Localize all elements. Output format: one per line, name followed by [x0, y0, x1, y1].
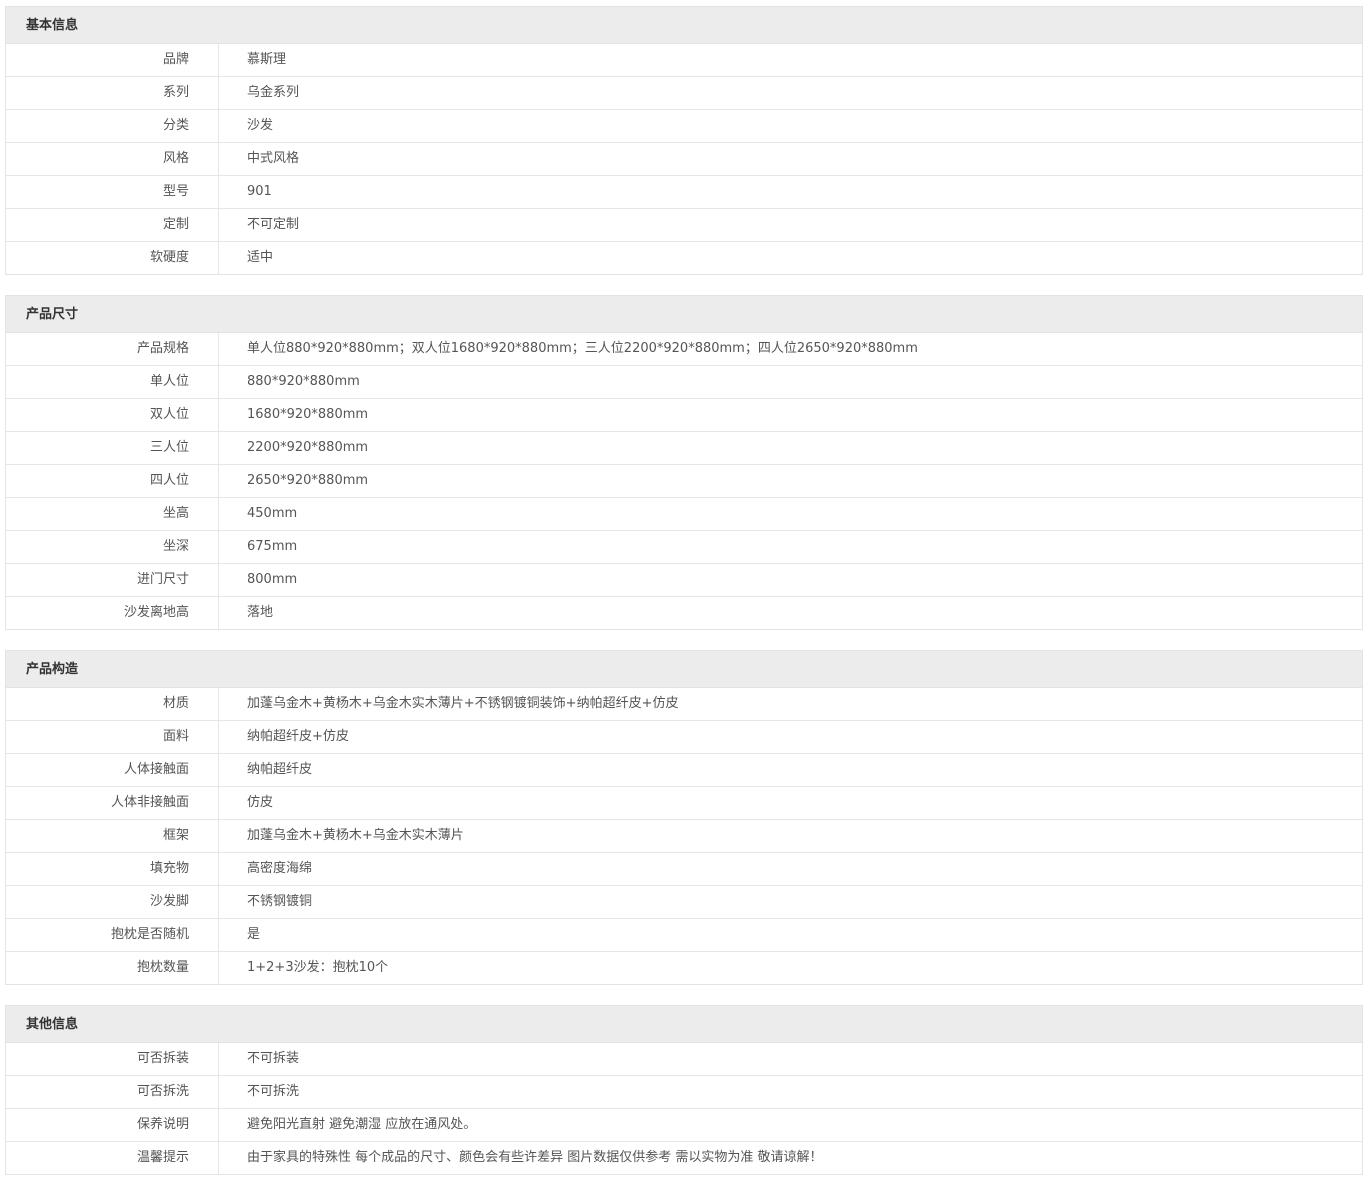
spec-value: 880*920*880mm	[247, 374, 360, 389]
spec-row-triple-seat: 三人位 2200*920*880mm	[6, 432, 1362, 465]
spec-row-disassembly: 可否拆装 不可拆装	[6, 1043, 1362, 1076]
spec-row-sofa-legs: 沙发脚 不锈钢镀铜	[6, 886, 1362, 919]
spec-value: 中式风格	[247, 151, 300, 166]
spec-label: 材质	[6, 688, 219, 720]
spec-label: 品牌	[6, 44, 219, 76]
spec-label: 进门尺寸	[6, 564, 219, 596]
spec-label: 双人位	[6, 399, 219, 431]
spec-row-brand: 品牌 慕斯理	[6, 44, 1362, 77]
spec-value: 不可定制	[247, 217, 300, 232]
spec-value: 不锈钢镀铜	[247, 894, 313, 909]
spec-value: 800mm	[247, 572, 298, 587]
spec-value: 2650*920*880mm	[247, 473, 369, 488]
section-basic-info: 基本信息 品牌 慕斯理 系列 乌金系列 分类 沙发 风格 中式风格 型号 901 定制 不可…	[5, 6, 1363, 275]
spec-row-ground-clearance: 沙发离地高 落地	[6, 597, 1362, 629]
spec-value: 仿皮	[247, 795, 274, 810]
section-title: 产品尺寸	[6, 296, 1362, 333]
spec-label: 抱枕是否随机	[6, 919, 219, 951]
spec-label: 系列	[6, 77, 219, 109]
spec-value: 适中	[247, 250, 274, 265]
spec-value: 慕斯理	[247, 52, 287, 67]
spec-value: 不可拆装	[247, 1051, 300, 1066]
spec-row-double-seat: 双人位 1680*920*880mm	[6, 399, 1362, 432]
spec-label: 定制	[6, 209, 219, 241]
spec-value: 1680*920*880mm	[247, 407, 369, 422]
spec-row-seat-depth: 坐深 675mm	[6, 531, 1362, 564]
spec-label: 沙发脚	[6, 886, 219, 918]
spec-row-non-contact-surface: 人体非接触面 仿皮	[6, 787, 1362, 820]
spec-row-filling: 填充物 高密度海绵	[6, 853, 1362, 886]
spec-row-pillow-included: 抱枕是否随机 是	[6, 919, 1362, 952]
spec-row-series: 系列 乌金系列	[6, 77, 1362, 110]
spec-label: 风格	[6, 143, 219, 175]
spec-value: 675mm	[247, 539, 298, 554]
spec-label: 人体非接触面	[6, 787, 219, 819]
spec-label: 沙发离地高	[6, 597, 219, 629]
spec-label: 保养说明	[6, 1109, 219, 1141]
spec-label: 框架	[6, 820, 219, 852]
spec-label: 软硬度	[6, 242, 219, 274]
spec-row-specification: 产品规格 单人位880*920*880mm；双人位1680*920*880mm；三…	[6, 333, 1362, 366]
spec-label: 三人位	[6, 432, 219, 464]
spec-value: 901	[247, 184, 272, 199]
spec-value: 纳帕超纤皮	[247, 762, 313, 777]
spec-row-material: 材质 加蓬乌金木+黄杨木+乌金木实木薄片+不锈钢镀铜装饰+纳帕超纤皮+仿皮	[6, 688, 1362, 721]
spec-label: 填充物	[6, 853, 219, 885]
spec-row-fabric: 面料 纳帕超纤皮+仿皮	[6, 721, 1362, 754]
spec-value: 2200*920*880mm	[247, 440, 369, 455]
spec-row-category: 分类 沙发	[6, 110, 1362, 143]
spec-value: 由于家具的特殊性 每个成品的尺寸、颜色会有些许差异 图片数据仅供参考 需以实物为…	[247, 1150, 823, 1165]
section-product-dimensions: 产品尺寸 产品规格 单人位880*920*880mm；双人位1680*920*88…	[5, 295, 1363, 630]
section-other-info: 其他信息 可否拆装 不可拆装 可否拆洗 不可拆洗 保养说明 避免阳光直射 避免潮湿 应…	[5, 1005, 1363, 1175]
spec-row-pillow-count: 抱枕数量 1+2+3沙发：抱枕10个	[6, 952, 1362, 984]
spec-value: 加蓬乌金木+黄杨木+乌金木实木薄片+不锈钢镀铜装饰+纳帕超纤皮+仿皮	[247, 696, 679, 711]
spec-label: 分类	[6, 110, 219, 142]
spec-value: 不可拆洗	[247, 1084, 300, 1099]
spec-label: 坐深	[6, 531, 219, 563]
spec-value: 乌金系列	[247, 85, 300, 100]
spec-label: 坐高	[6, 498, 219, 530]
section-title: 产品构造	[6, 651, 1362, 688]
spec-label: 温馨提示	[6, 1142, 219, 1174]
spec-label: 可否拆装	[6, 1043, 219, 1075]
spec-label: 型号	[6, 176, 219, 208]
spec-value: 避免阳光直射 避免潮湿 应放在通风处。	[247, 1117, 477, 1132]
spec-value: 沙发	[247, 118, 274, 133]
spec-label: 产品规格	[6, 333, 219, 365]
spec-row-notice: 温馨提示 由于家具的特殊性 每个成品的尺寸、颜色会有些许差异 图片数据仅供参考 需…	[6, 1142, 1362, 1174]
spec-row-seat-height: 坐高 450mm	[6, 498, 1362, 531]
spec-value: 落地	[247, 605, 274, 620]
spec-value: 高密度海绵	[247, 861, 313, 876]
spec-label: 人体接触面	[6, 754, 219, 786]
spec-row-quad-seat: 四人位 2650*920*880mm	[6, 465, 1362, 498]
spec-row-style: 风格 中式风格	[6, 143, 1362, 176]
spec-row-customization: 定制 不可定制	[6, 209, 1362, 242]
spec-row-frame: 框架 加蓬乌金木+黄杨木+乌金木实木薄片	[6, 820, 1362, 853]
spec-label: 可否拆洗	[6, 1076, 219, 1108]
spec-row-single-seat: 单人位 880*920*880mm	[6, 366, 1362, 399]
spec-label: 面料	[6, 721, 219, 753]
section-product-construction: 产品构造 材质 加蓬乌金木+黄杨木+乌金木实木薄片+不锈钢镀铜装饰+纳帕超纤皮+仿…	[5, 650, 1363, 985]
section-title: 基本信息	[6, 7, 1362, 44]
spec-row-care-instructions: 保养说明 避免阳光直射 避免潮湿 应放在通风处。	[6, 1109, 1362, 1142]
spec-value: 是	[247, 927, 261, 942]
spec-row-model: 型号 901	[6, 176, 1362, 209]
spec-value: 450mm	[247, 506, 298, 521]
spec-row-washable: 可否拆洗 不可拆洗	[6, 1076, 1362, 1109]
spec-label: 单人位	[6, 366, 219, 398]
spec-value: 单人位880*920*880mm；双人位1680*920*880mm；三人位22…	[247, 341, 918, 356]
section-title: 其他信息	[6, 1006, 1362, 1043]
product-spec-page: 基本信息 品牌 慕斯理 系列 乌金系列 分类 沙发 风格 中式风格 型号 901 定制 不可…	[0, 0, 1368, 1178]
spec-row-contact-surface: 人体接触面 纳帕超纤皮	[6, 754, 1362, 787]
spec-label: 四人位	[6, 465, 219, 497]
spec-label: 抱枕数量	[6, 952, 219, 984]
spec-value: 加蓬乌金木+黄杨木+乌金木实木薄片	[247, 828, 464, 843]
spec-value: 1+2+3沙发：抱枕10个	[247, 960, 389, 975]
spec-row-firmness: 软硬度 适中	[6, 242, 1362, 274]
spec-value: 纳帕超纤皮+仿皮	[247, 729, 349, 744]
spec-row-door-size: 进门尺寸 800mm	[6, 564, 1362, 597]
